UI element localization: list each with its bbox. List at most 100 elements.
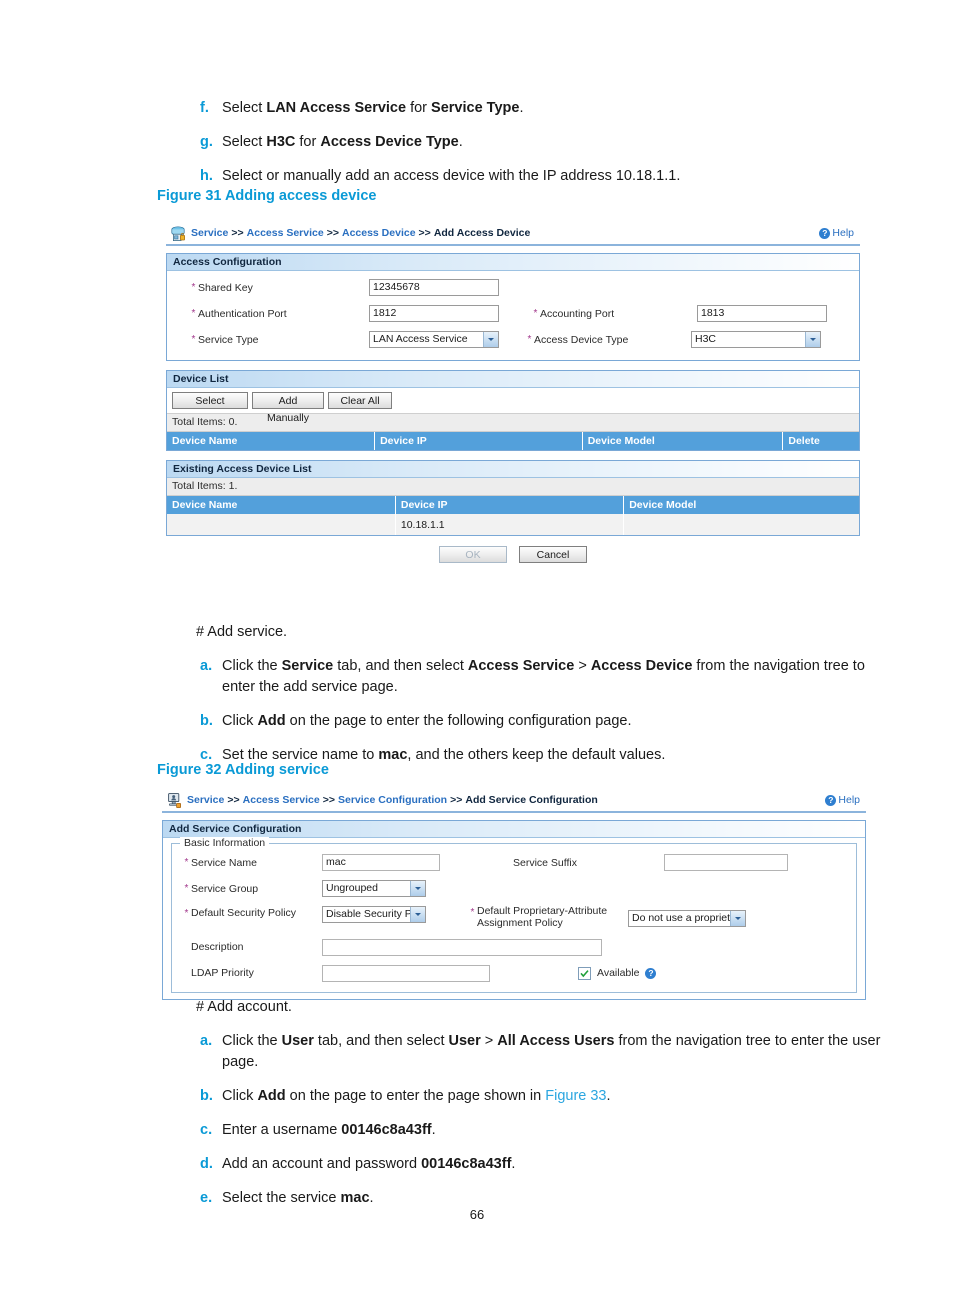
chevron-down-icon: [410, 907, 425, 922]
shared-key-input[interactable]: 12345678: [369, 279, 499, 296]
figure-caption: Figure 31 Adding access device: [157, 188, 377, 204]
page-header: Service >> Access Service >> Access Devi…: [166, 222, 860, 246]
default-proprietary-policy-select[interactable]: Do not use a proprietar: [628, 910, 746, 927]
breadcrumb-item-service[interactable]: Service: [187, 794, 224, 806]
required-marker: *: [504, 857, 513, 868]
available-label: Available: [597, 967, 640, 979]
form-row-service-group: * Service Group Ungrouped: [172, 880, 856, 897]
default-proprietary-policy-value: Do not use a proprietar: [632, 912, 730, 924]
service-type-select[interactable]: LAN Access Service: [369, 331, 499, 348]
form-row-ports: * Authentication Port 1812 * Accounting …: [167, 305, 859, 322]
list-item: b. Click Add on the page to enter the pa…: [196, 1086, 896, 1107]
ok-button[interactable]: OK: [439, 546, 507, 563]
ldap-priority-input[interactable]: [322, 964, 490, 982]
required-marker: *: [527, 334, 532, 345]
step-text: Select the service mac.: [222, 1190, 374, 1207]
service-type-label: Service Type: [198, 333, 259, 346]
required-marker: *: [182, 968, 191, 979]
step-text: Click the User tab, and then select User…: [222, 1033, 881, 1071]
authentication-port-input[interactable]: 1812: [369, 305, 499, 322]
available-checkbox[interactable]: [578, 966, 591, 980]
figure-32-caption-block: Figure 32 Adding service: [157, 762, 857, 784]
basic-information-group: Basic Information * Service Name mac * S…: [171, 837, 857, 993]
access-device-type-label: Access Device Type: [534, 333, 629, 346]
select-button[interactable]: Select: [172, 392, 248, 409]
breadcrumb: Service >> Access Service >> Access Devi…: [191, 227, 819, 239]
default-proprietary-policy-label: Default Proprietary-Attribute Assignment…: [477, 905, 608, 930]
breadcrumb-item-access-service[interactable]: Access Service: [247, 227, 324, 239]
accounting-port-input[interactable]: 1813: [697, 305, 827, 322]
form-row-types: * Service Type LAN Access Service * Acce…: [167, 331, 859, 348]
required-marker: *: [184, 883, 189, 894]
breadcrumb-item-service-configuration[interactable]: Service Configuration: [338, 794, 447, 806]
form-row-service-name: * Service Name mac * Service Suffix: [172, 854, 856, 871]
breadcrumb-item-current: Add Service Configuration: [465, 794, 598, 806]
column-device-model: Device Model: [582, 432, 784, 450]
column-delete: Delete: [782, 432, 859, 450]
panel-title: Device List: [167, 371, 859, 388]
device-list-toolbar: Select Add Manually Clear All: [167, 388, 859, 424]
default-security-policy-select[interactable]: Disable Security Policy: [322, 906, 426, 923]
panel-title: Add Service Configuration: [163, 821, 865, 838]
service-name-label: Service Name: [191, 856, 257, 869]
document-page: f. Select LAN Access Service for Service…: [0, 0, 954, 1296]
policy-label-line-1: Default Proprietary-Attribute: [477, 905, 608, 917]
column-device-model: Device Model: [623, 496, 859, 514]
list-item: e. Select the service mac.: [196, 1188, 896, 1209]
access-device-type-select[interactable]: H3C: [691, 331, 821, 348]
breadcrumb: Service >> Access Service >> Service Con…: [187, 794, 825, 806]
existing-device-list-table: Device Name Device IP Device Model 10.18…: [167, 496, 859, 535]
help-link[interactable]: ? Help: [825, 794, 860, 806]
step-marker: a.: [200, 658, 213, 675]
breadcrumb-item-service[interactable]: Service: [191, 227, 228, 239]
step-text: Click Add on the page to enter the follo…: [222, 713, 632, 730]
required-marker: *: [533, 308, 538, 319]
cancel-button[interactable]: Cancel: [519, 546, 587, 563]
list-item: h. Select or manually add an access devi…: [196, 166, 896, 187]
column-device-name: Device Name: [167, 432, 376, 450]
column-device-ip: Device IP: [395, 496, 625, 514]
question-mark-icon[interactable]: ?: [645, 967, 657, 979]
form-row-security-policy: * Default Security Policy Disable Securi…: [172, 905, 856, 930]
dialog-actions: OK Cancel: [166, 536, 860, 569]
form-row-shared-key: * Shared Key 12345678: [167, 279, 859, 296]
step-marker: h.: [200, 168, 213, 185]
list-item: d. Add an account and password 00146c8a4…: [196, 1154, 896, 1175]
section-heading: # Add service.: [196, 624, 288, 640]
clear-all-button[interactable]: Clear All: [328, 392, 392, 409]
cell-device-ip: 10.18.1.1: [395, 514, 625, 535]
step-marker: d.: [200, 1156, 213, 1173]
help-link[interactable]: ? Help: [819, 227, 854, 239]
help-label: Help: [832, 227, 854, 239]
figure-32-screenshot: Service >> Access Service >> Service Con…: [162, 789, 866, 1000]
step-marker: f.: [200, 100, 209, 116]
service-configuration-icon: [168, 792, 182, 808]
step-marker: b.: [200, 713, 213, 730]
checkmark-icon: [580, 969, 589, 977]
access-configuration-panel: Access Configuration * Shared Key 123456…: [166, 253, 860, 361]
list-item: c. Enter a username 00146c8a43ff.: [196, 1120, 896, 1141]
breadcrumb-item-access-service[interactable]: Access Service: [243, 794, 320, 806]
question-mark-icon: ?: [819, 227, 831, 239]
service-group-select[interactable]: Ungrouped: [322, 880, 426, 897]
access-device-icon: [171, 225, 185, 241]
column-device-name: Device Name: [167, 496, 396, 514]
chevron-down-icon: [730, 911, 745, 926]
access-device-type-value: H3C: [695, 333, 717, 345]
figure-31-caption-block: Figure 31 Adding access device: [157, 188, 857, 210]
figure-31-screenshot: Service >> Access Service >> Access Devi…: [166, 222, 860, 569]
required-marker: *: [191, 282, 196, 293]
form-row-description: * Description: [172, 938, 856, 956]
service-suffix-input[interactable]: [664, 854, 788, 871]
breadcrumb-item-access-device[interactable]: Access Device: [342, 227, 416, 239]
description-input[interactable]: [322, 938, 602, 956]
breadcrumb-separator: >>: [227, 794, 240, 806]
description-label: Description: [191, 941, 244, 953]
step-marker: b.: [200, 1088, 213, 1105]
add-manually-button[interactable]: Add Manually: [252, 392, 324, 424]
service-name-input[interactable]: mac: [322, 854, 440, 871]
table-row[interactable]: 10.18.1.1: [167, 514, 859, 535]
chevron-down-icon: [483, 332, 498, 347]
required-marker: *: [182, 942, 191, 953]
shared-key-label: Shared Key: [198, 281, 253, 294]
